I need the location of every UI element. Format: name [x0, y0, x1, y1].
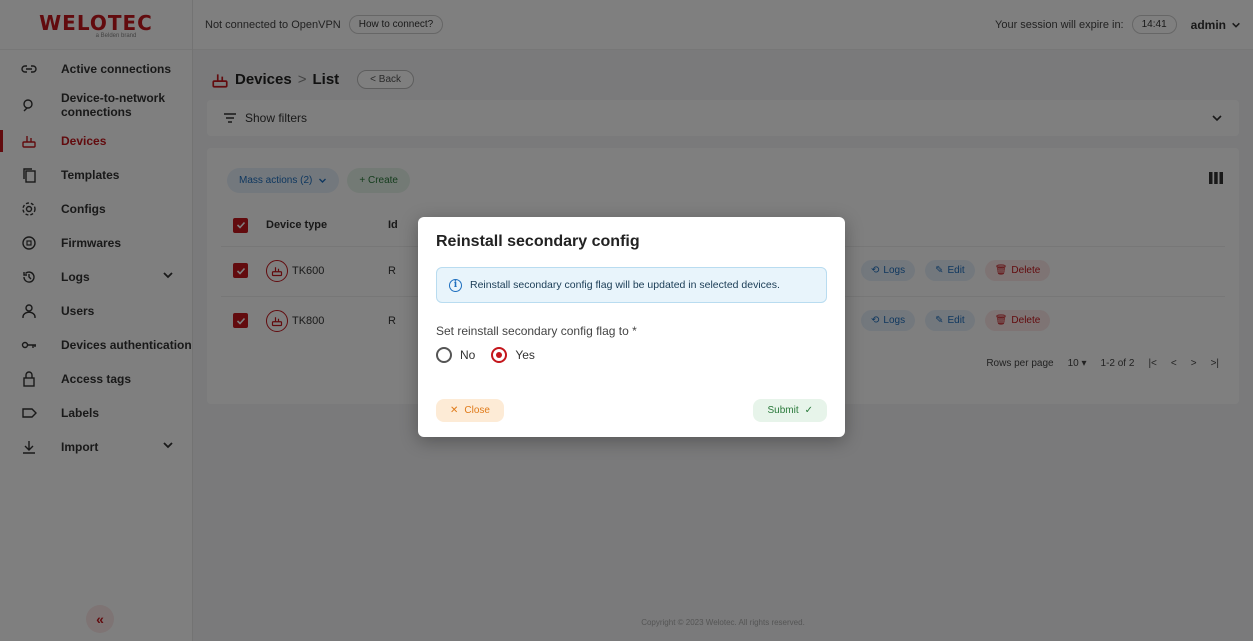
info-alert: i Reinstall secondary config flag will b… [436, 267, 827, 303]
radio-no[interactable] [436, 347, 452, 363]
dialog-title: Reinstall secondary config [436, 233, 640, 250]
alert-text: Reinstall secondary config flag will be … [470, 279, 780, 291]
radio-yes[interactable] [491, 347, 508, 363]
submit-label: Submit [767, 405, 799, 416]
radio-no-label[interactable]: No [460, 348, 475, 362]
submit-button[interactable]: Submit ✓ [753, 399, 827, 422]
flag-field-label: Set reinstall secondary config flag to * [436, 324, 637, 338]
radio-yes-label[interactable]: Yes [515, 348, 535, 362]
close-button[interactable]: ✕ Close [436, 399, 504, 422]
close-icon: ✕ [450, 405, 459, 416]
info-icon: i [449, 278, 462, 292]
reinstall-config-dialog: Reinstall secondary config i Reinstall s… [418, 217, 845, 437]
close-label: Close [464, 405, 490, 416]
check-icon: ✓ [804, 405, 813, 416]
flag-radio-group: No Yes [436, 347, 543, 363]
